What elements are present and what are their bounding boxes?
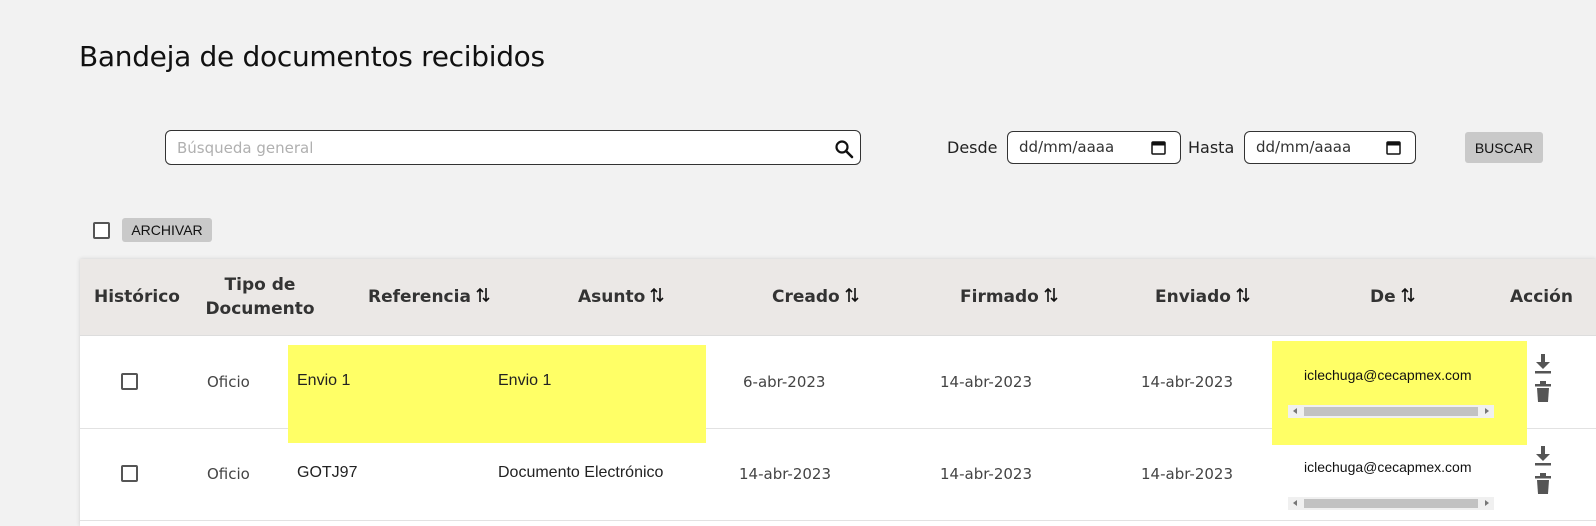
hasta-label: Hasta bbox=[1188, 138, 1235, 157]
header-asunto[interactable]: Asunto bbox=[578, 285, 664, 309]
calendar-icon[interactable] bbox=[1151, 140, 1166, 155]
desde-label: Desde bbox=[947, 138, 998, 157]
table-header: Histórico Tipo de Documento Referencia A… bbox=[80, 259, 1596, 336]
calendar-icon[interactable] bbox=[1386, 140, 1401, 155]
cell-firmado: 14-abr-2023 bbox=[940, 373, 1033, 391]
search-icon[interactable] bbox=[834, 139, 854, 159]
cell-tipo: Oficio bbox=[207, 465, 250, 483]
row-checkbox[interactable] bbox=[121, 465, 138, 482]
header-de[interactable]: De bbox=[1370, 285, 1415, 309]
hasta-date-field[interactable]: dd/mm/aaaa bbox=[1244, 131, 1416, 164]
sort-icon[interactable] bbox=[650, 287, 664, 303]
table-row: Oficio Envio 1 Envio 1 6-abr-2023 14-abr… bbox=[80, 337, 1596, 445]
download-icon[interactable] bbox=[1534, 445, 1552, 467]
header-historico: Histórico bbox=[94, 287, 180, 307]
cell-de: iclechuga@cecapmex.com bbox=[1304, 367, 1472, 383]
header-firmado[interactable]: Firmado bbox=[960, 285, 1058, 309]
scroll-thumb[interactable] bbox=[1304, 499, 1478, 508]
documents-table: Histórico Tipo de Documento Referencia A… bbox=[80, 259, 1596, 526]
scroll-thumb[interactable] bbox=[1304, 407, 1478, 416]
trash-icon[interactable] bbox=[1534, 381, 1552, 403]
scroll-right-arrow[interactable] bbox=[1485, 500, 1489, 506]
archivar-button[interactable]: ARCHIVAR bbox=[122, 218, 212, 242]
cell-enviado: 14-abr-2023 bbox=[1141, 373, 1234, 391]
horizontal-scrollbar[interactable] bbox=[1288, 405, 1494, 418]
header-tipo-documento: Tipo de Documento bbox=[205, 275, 315, 319]
cell-referencia: GOTJ97 bbox=[297, 464, 358, 481]
cell-asunto: Documento Electrónico bbox=[498, 464, 664, 481]
sort-icon[interactable] bbox=[1401, 287, 1415, 303]
hasta-date-value: dd/mm/aaaa bbox=[1256, 138, 1352, 156]
trash-icon[interactable] bbox=[1534, 473, 1552, 495]
header-accion: Acción bbox=[1510, 287, 1573, 307]
row-checkbox[interactable] bbox=[121, 373, 138, 390]
cell-asunto: Envio 1 bbox=[498, 372, 552, 389]
desde-date-value: dd/mm/aaaa bbox=[1019, 138, 1115, 156]
sort-icon[interactable] bbox=[476, 287, 490, 303]
scroll-left-arrow[interactable] bbox=[1293, 500, 1297, 506]
header-referencia[interactable]: Referencia bbox=[368, 285, 490, 309]
scroll-left-arrow[interactable] bbox=[1293, 408, 1297, 414]
search-input[interactable] bbox=[166, 131, 806, 164]
sort-icon[interactable] bbox=[1044, 287, 1058, 303]
desde-date-field[interactable]: dd/mm/aaaa bbox=[1007, 131, 1181, 164]
buscar-button[interactable]: BUSCAR bbox=[1465, 132, 1543, 163]
table-row: Oficio GOTJ97 Documento Electrónico 14-a… bbox=[80, 429, 1596, 521]
sort-icon[interactable] bbox=[845, 287, 859, 303]
cell-referencia: Envio 1 bbox=[297, 372, 351, 389]
search-box[interactable] bbox=[165, 130, 861, 165]
cell-firmado: 14-abr-2023 bbox=[940, 465, 1033, 483]
header-creado[interactable]: Creado bbox=[772, 285, 859, 309]
scroll-right-arrow[interactable] bbox=[1485, 408, 1489, 414]
page-title: Bandeja de documentos recibidos bbox=[79, 40, 545, 73]
cell-enviado: 14-abr-2023 bbox=[1141, 465, 1234, 483]
cell-creado: 6-abr-2023 bbox=[743, 373, 826, 391]
header-enviado[interactable]: Enviado bbox=[1155, 285, 1250, 309]
horizontal-scrollbar[interactable] bbox=[1288, 497, 1494, 510]
cell-tipo: Oficio bbox=[207, 373, 250, 391]
cell-creado: 14-abr-2023 bbox=[739, 465, 832, 483]
cell-de: iclechuga@cecapmex.com bbox=[1304, 459, 1472, 475]
sort-icon[interactable] bbox=[1236, 287, 1250, 303]
select-all-checkbox[interactable] bbox=[93, 222, 110, 239]
download-icon[interactable] bbox=[1534, 353, 1552, 375]
